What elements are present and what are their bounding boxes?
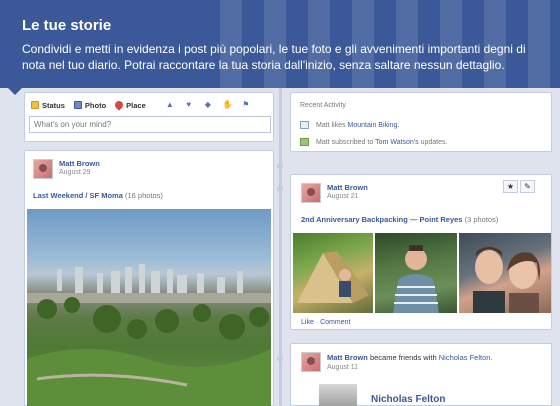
banner-title: Le tue storie: [22, 17, 112, 34]
activity-link-tom-watson[interactable]: Tom Watson's: [375, 139, 418, 146]
album-photo-count: (3 photos): [464, 215, 499, 224]
activity-row-subscribe: Matt subscribed to Tom Watson's updates.: [300, 138, 447, 146]
tab-status-label: Status: [42, 100, 65, 110]
edit-button[interactable]: ✎: [520, 180, 535, 193]
timeline-dot: [277, 356, 283, 362]
recent-activity-box: Recent Activity Matt likes Mountain Biki…: [290, 92, 552, 152]
composer-tabs: Status Photo Place ▲ ♥ ◆ ✋ ⚑: [31, 98, 250, 112]
activity-link-mountain-biking[interactable]: Mountain Biking.: [348, 122, 400, 129]
recent-activity-heading: Recent Activity: [300, 102, 346, 109]
album-separator: —: [409, 215, 418, 224]
status-composer: Status Photo Place ▲ ♥ ◆ ✋ ⚑ What's on y…: [24, 92, 274, 142]
action-separator: ·: [315, 319, 319, 326]
san-francisco-photo[interactable]: [27, 209, 271, 406]
like-activity-icon: [300, 121, 309, 129]
post-author[interactable]: Matt Brown: [327, 183, 368, 192]
couple-illustration: [473, 247, 540, 313]
friendship-headline: Matt Brown became friends with Nicholas …: [327, 353, 493, 362]
tab-photo[interactable]: Photo: [73, 100, 107, 110]
pencil-icon: ✎: [524, 182, 531, 191]
tab-place-label: Place: [126, 100, 146, 110]
subscribe-activity-icon: [300, 138, 309, 146]
tab-place[interactable]: Place: [113, 99, 146, 111]
activity-verb: subscribed to: [331, 138, 374, 146]
friendship-verb: became friends with: [369, 353, 437, 362]
friend-profile-picture[interactable]: [319, 384, 357, 406]
place-pin-icon: [113, 99, 125, 111]
timeline-post-album: Matt Brown August 29 Last Weekend / SF M…: [24, 150, 274, 406]
life-event-icon[interactable]: ▲: [166, 101, 174, 109]
status-input[interactable]: What's on your mind?: [29, 116, 271, 133]
timeline-post-backpacking: Matt Brown August 21 ★ ✎ 2nd Anniversary…: [290, 174, 552, 330]
city-skyline-illustration: [27, 264, 271, 406]
hiker-illustration: [393, 245, 439, 313]
album-link[interactable]: Last Weekend / SF Moma: [33, 191, 123, 200]
photo-thumbnail-hiker[interactable]: [375, 233, 457, 313]
photo-thumbnail-couple[interactable]: [459, 233, 551, 313]
album-photo-count: (16 photos): [124, 191, 163, 200]
photo-thumbnail-tent[interactable]: [293, 233, 373, 313]
photo-icon: [73, 101, 82, 109]
tab-photo-label: Photo: [84, 100, 107, 110]
post-author[interactable]: Matt Brown: [327, 353, 368, 362]
activity-actor: Matt: [316, 138, 330, 146]
avatar[interactable]: [301, 183, 321, 203]
post-author[interactable]: Matt Brown: [59, 159, 100, 168]
hand-icon[interactable]: ✋: [223, 101, 233, 109]
activity-row-like: Matt likes Mountain Biking.: [300, 121, 399, 129]
activity-suffix: updates.: [420, 138, 448, 146]
comment-link[interactable]: Comment: [320, 319, 350, 326]
friend-link[interactable]: Nicholas Felton.: [439, 353, 493, 362]
post-date[interactable]: August 21: [327, 193, 359, 200]
place-link[interactable]: Point Reyes: [420, 215, 463, 224]
timeline-dot: [277, 163, 283, 169]
post-date[interactable]: August 29: [59, 169, 91, 176]
star-icon: ★: [506, 182, 515, 191]
post-actions: Like · Comment: [301, 319, 350, 326]
heart-icon[interactable]: ♥: [185, 101, 193, 109]
album-title: Last Weekend / SF Moma (16 photos): [33, 191, 163, 200]
banner-description: Condividi e metti in evidenza i post più…: [22, 42, 526, 72]
post-date[interactable]: August 11: [327, 364, 358, 371]
tent-illustration: [297, 251, 369, 303]
activity-actor: Matt: [316, 121, 330, 129]
tab-status[interactable]: Status: [31, 101, 65, 110]
star-highlight-button[interactable]: ★: [503, 180, 518, 193]
timeline-dot: [277, 186, 283, 192]
album-link[interactable]: 2nd Anniversary Backpacking: [301, 215, 408, 224]
banner-pointer: [6, 86, 24, 95]
status-icon: [31, 101, 39, 109]
timeline-post-friendship: Matt Brown became friends with Nicholas …: [290, 343, 552, 406]
activity-verb: likes: [331, 121, 346, 129]
feature-banner: Le tue storie Condividi e metti in evide…: [0, 0, 560, 88]
tag-icon[interactable]: ◆: [204, 101, 212, 109]
avatar[interactable]: [301, 352, 321, 372]
avatar[interactable]: [33, 159, 53, 179]
friend-card-name[interactable]: Nicholas Felton: [371, 394, 445, 405]
album-title: 2nd Anniversary Backpacking — Point Reye…: [301, 215, 498, 224]
flag-icon[interactable]: ⚑: [242, 101, 250, 109]
like-link[interactable]: Like: [301, 319, 314, 326]
